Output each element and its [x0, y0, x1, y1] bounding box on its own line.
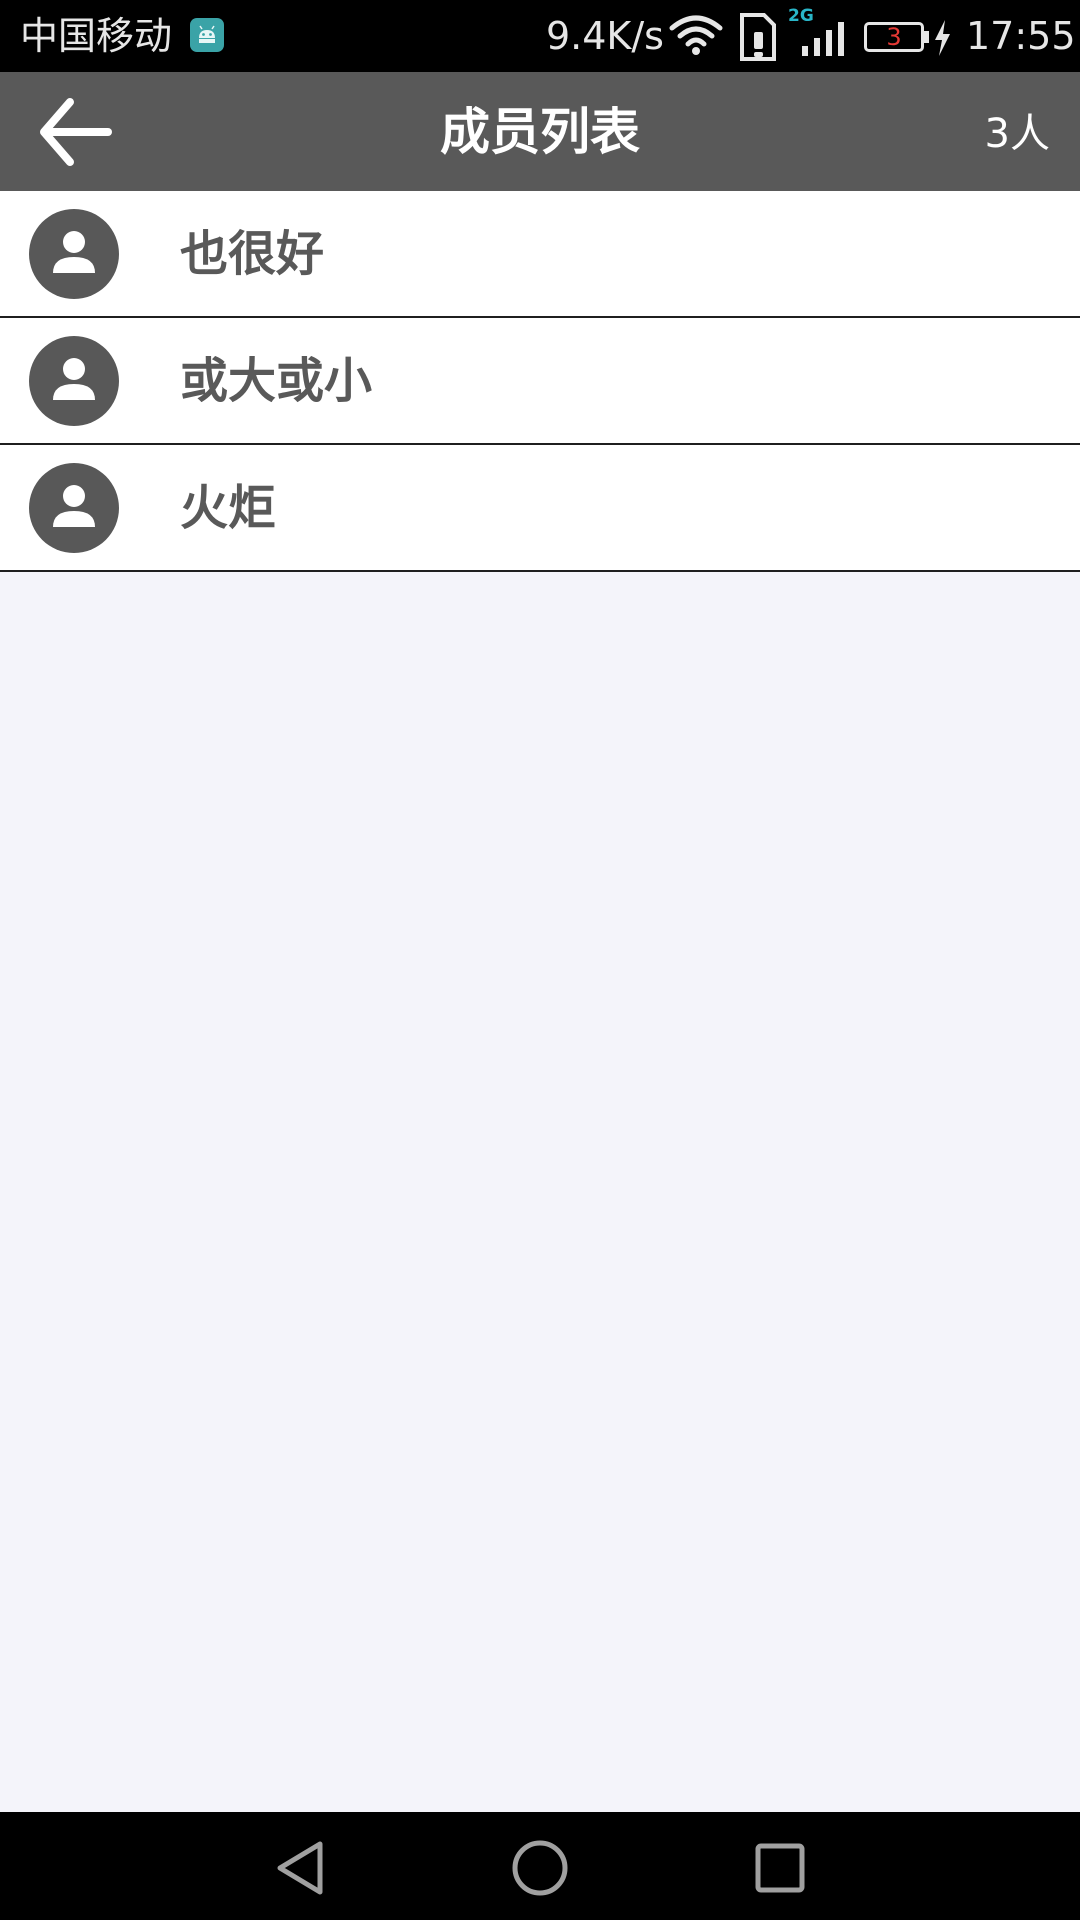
sim-alert-icon: [738, 12, 778, 66]
page-title: 成员列表: [440, 103, 640, 161]
member-list-item[interactable]: 火炬: [0, 445, 1080, 572]
member-name: 或大或小: [180, 353, 373, 409]
wifi-icon: [668, 14, 724, 60]
android-notification-icon: [190, 18, 224, 52]
member-list-item[interactable]: 也很好: [0, 191, 1080, 318]
nav-back-button[interactable]: [270, 1838, 330, 1902]
signal-icon: [800, 22, 848, 60]
charging-icon: [932, 20, 952, 60]
avatar: [29, 463, 119, 553]
person-icon: [53, 358, 95, 400]
member-list: 也很好 或大或小 火炬: [0, 191, 1080, 572]
app-bar: 成员列表 3人: [0, 72, 1080, 191]
screen: 中国移动 9.4K/s 2G 3 17:55 成员列表 3人 也很好 或大或小 …: [0, 0, 1080, 1920]
carrier-name: 中国移动: [20, 14, 173, 58]
home-circle-icon: [512, 1840, 568, 1896]
person-icon: [53, 485, 95, 527]
avatar: [29, 336, 119, 426]
status-bar: 中国移动 9.4K/s 2G 3 17:55: [0, 0, 1080, 72]
back-triangle-icon: [277, 1841, 323, 1895]
battery-tip: [924, 31, 929, 43]
nav-home-button[interactable]: [510, 1838, 570, 1902]
nav-recents-button[interactable]: [750, 1838, 810, 1902]
member-count: 3人: [984, 111, 1050, 157]
person-icon: [53, 231, 95, 273]
member-name: 火炬: [180, 480, 277, 536]
recents-square-icon: [755, 1843, 805, 1893]
member-name: 也很好: [180, 226, 325, 282]
battery-level: 3: [886, 23, 902, 51]
battery-icon: 3: [864, 22, 924, 52]
navigation-bar: [0, 1812, 1080, 1920]
network-speed: 9.4K/s: [546, 14, 664, 58]
member-list-item[interactable]: 或大或小: [0, 318, 1080, 445]
avatar: [29, 209, 119, 299]
clock: 17:55: [966, 14, 1076, 58]
